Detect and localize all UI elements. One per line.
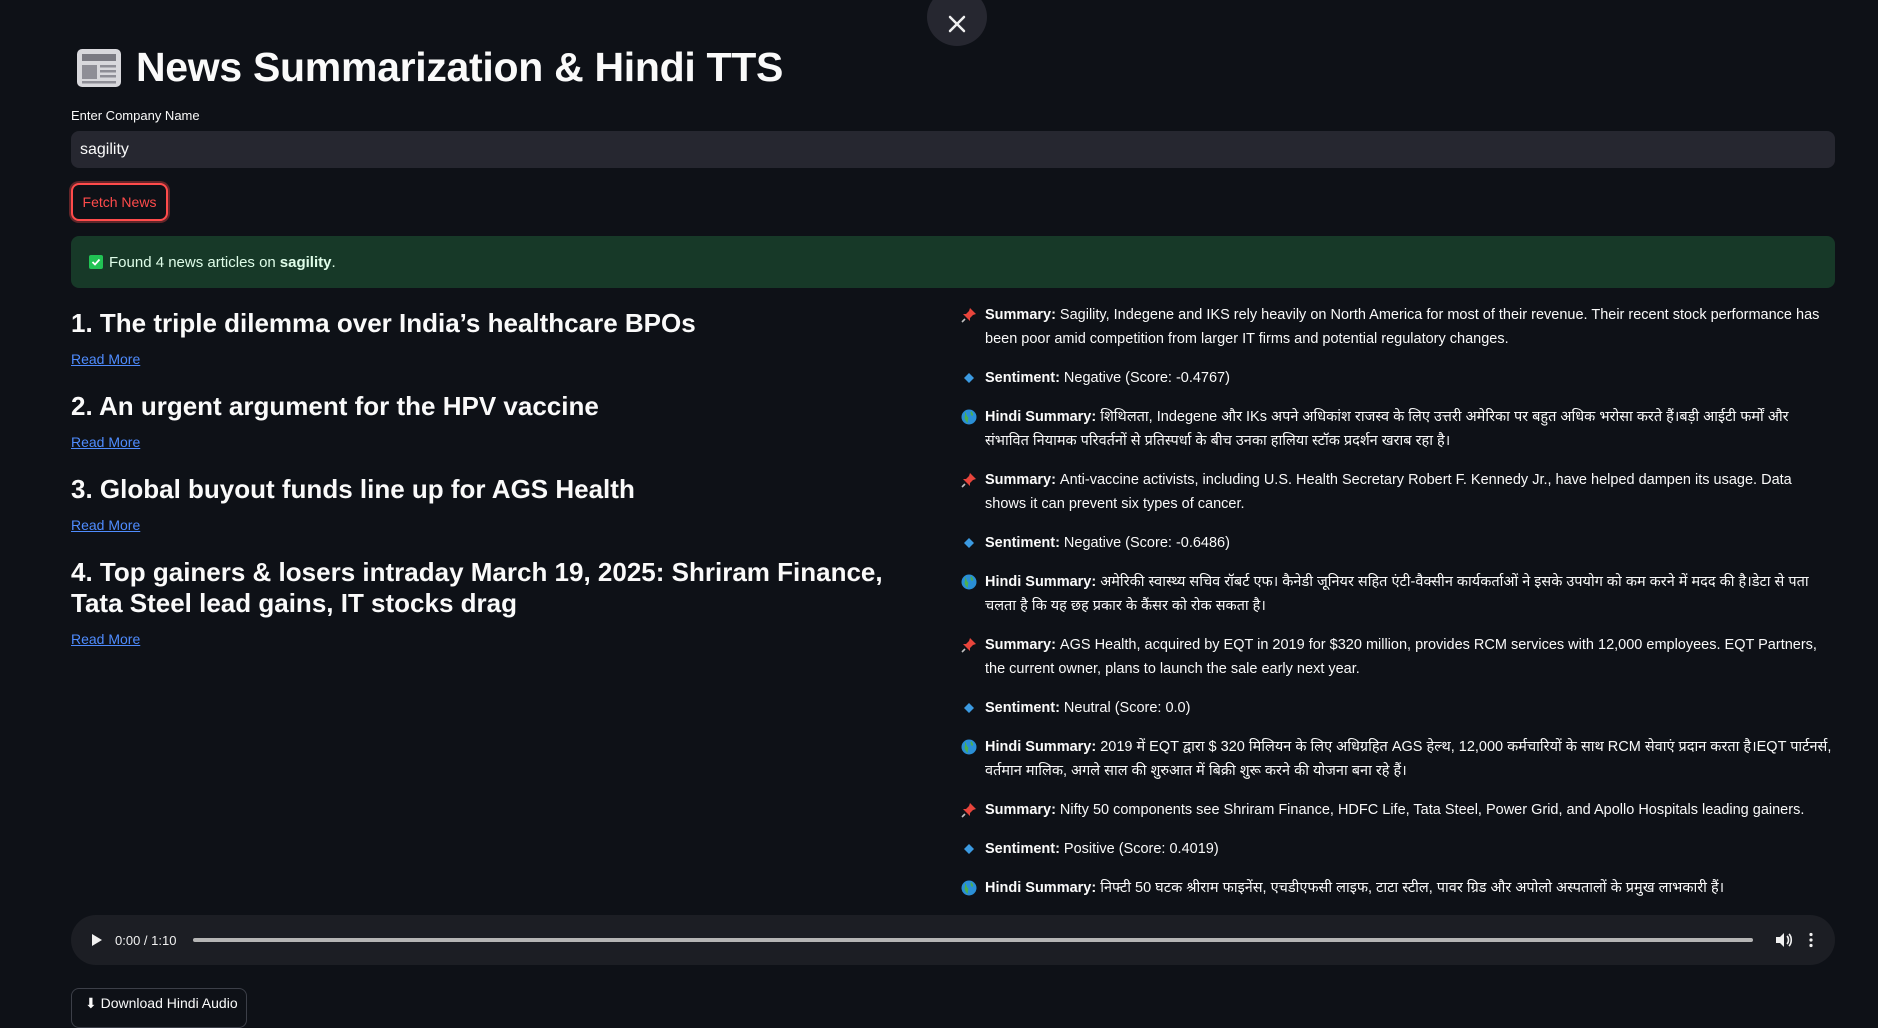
article-item: 2. An urgent argument for the HPV vaccin… — [71, 391, 911, 452]
article-title: 1. The triple dilemma over India’s healt… — [71, 308, 696, 338]
hindi-summary-text: निफ्टी 50 घटक श्रीराम फाइनेंस, एचडीएफसी … — [1100, 880, 1725, 896]
summary-label: Summary: — [985, 802, 1056, 818]
article-title: 3. Global buyout funds line up for AGS H… — [71, 474, 635, 504]
audio-player: 0:00 / 1:10 — [71, 915, 1835, 965]
hindi-summary-label: Hindi Summary: — [985, 409, 1097, 425]
summary-label: Summary: — [985, 472, 1056, 488]
close-button[interactable] — [927, 0, 987, 46]
summary-text: AGS Health, acquired by EQT in 2019 for … — [985, 637, 1817, 677]
pushpin-icon — [961, 802, 977, 818]
globe-icon — [961, 880, 977, 896]
globe-icon — [961, 574, 977, 590]
pushpin-icon — [961, 472, 977, 488]
checkmark-icon — [89, 255, 103, 269]
globe-icon — [961, 409, 977, 425]
read-more-link[interactable]: Read More — [71, 631, 140, 647]
article-title: 2. An urgent argument for the HPV vaccin… — [71, 391, 599, 421]
diamond-icon — [961, 841, 977, 857]
summary-line: Summary: Sagility, Indegene and IKS rely … — [961, 303, 1836, 351]
audio-progress-track[interactable] — [193, 938, 1754, 942]
close-icon — [948, 15, 966, 33]
sentiment-text: Positive (Score: 0.4019) — [1063, 841, 1219, 857]
sentiment-label: Sentiment: — [985, 700, 1060, 716]
sentiment-label: Sentiment: — [985, 370, 1060, 386]
pushpin-icon — [961, 637, 977, 653]
sentiment-line: Sentiment: Negative (Score: -0.4767) — [961, 366, 1836, 390]
hindi-summary-label: Hindi Summary: — [985, 880, 1097, 896]
success-suffix: . — [331, 253, 336, 271]
diamond-icon — [961, 370, 977, 386]
page-header: News Summarization & Hindi TTS — [76, 44, 783, 91]
diamond-icon — [961, 535, 977, 551]
play-icon[interactable] — [92, 934, 102, 946]
hindi-summary-label: Hindi Summary: — [985, 574, 1097, 590]
sentiment-line: Sentiment: Neutral (Score: 0.0) — [961, 696, 1836, 720]
hindi-summary-text: शिथिलता, Indegene और IKs अपने अधिकांश रा… — [985, 409, 1789, 449]
newspaper-icon — [77, 48, 121, 87]
hindi-summary-line: Hindi Summary: अमेरिकी स्वास्थ्य सचिव रॉब… — [961, 570, 1836, 618]
summary-line: Summary: Anti-vaccine activists, includin… — [961, 468, 1836, 516]
hindi-summary-line: Hindi Summary: 2019 में EQT द्वारा $ 320 … — [961, 735, 1836, 783]
read-more-link[interactable]: Read More — [71, 517, 140, 533]
success-alert: Found 4 news articles on sagility. — [71, 236, 1835, 288]
company-name-label: Enter Company Name — [71, 108, 200, 123]
hindi-summary-line: Hindi Summary: निफ्टी 50 घटक श्रीराम फाइन… — [961, 876, 1836, 900]
more-options-icon[interactable] — [1809, 932, 1814, 948]
diamond-icon — [961, 700, 977, 716]
globe-icon — [961, 739, 977, 755]
sentiment-label: Sentiment: — [985, 841, 1060, 857]
sentiment-text: Negative (Score: -0.4767) — [1063, 370, 1230, 386]
sentiment-label: Sentiment: — [985, 535, 1060, 551]
sentiment-line: Sentiment: Positive (Score: 0.4019) — [961, 837, 1836, 861]
page-title: News Summarization & Hindi TTS — [136, 44, 784, 90]
read-more-link[interactable]: Read More — [71, 351, 140, 367]
sentiment-text: Negative (Score: -0.6486) — [1063, 535, 1230, 551]
summary-text: Nifty 50 components see Shriram Finance,… — [1059, 802, 1805, 818]
hindi-summary-text: अमेरिकी स्वास्थ्य सचिव रॉबर्ट एफ। कैनेडी… — [985, 574, 1809, 614]
article-item: 4. Top gainers & losers intraday March 1… — [71, 557, 911, 649]
article-list: 1. The triple dilemma over India’s healt… — [71, 308, 911, 671]
success-company: sagility — [279, 253, 332, 271]
summary-line: Summary: Nifty 50 components see Shriram … — [961, 798, 1836, 822]
audio-time: 0:00 / 1:10 — [115, 932, 177, 948]
article-item: 1. The triple dilemma over India’s healt… — [71, 308, 911, 369]
success-text: Found 4 news articles on — [109, 253, 276, 271]
hindi-summary-label: Hindi Summary: — [985, 739, 1097, 755]
sentiment-line: Sentiment: Negative (Score: -0.6486) — [961, 531, 1836, 555]
download-audio-button[interactable]: ⬇ Download Hindi Audio — [71, 988, 247, 1028]
article-title: 4. Top gainers & losers intraday March 1… — [71, 557, 883, 618]
summary-text: Anti-vaccine activists, including U.S. H… — [985, 472, 1792, 512]
summary-label: Summary: — [985, 637, 1056, 653]
read-more-link[interactable]: Read More — [71, 434, 140, 450]
sentiment-text: Neutral (Score: 0.0) — [1063, 700, 1191, 716]
article-item: 3. Global buyout funds line up for AGS H… — [71, 474, 911, 535]
summary-line: Summary: AGS Health, acquired by EQT in 2… — [961, 633, 1836, 681]
summary-text: Sagility, Indegene and IKS rely heavily … — [985, 307, 1820, 347]
volume-icon[interactable] — [1775, 932, 1793, 948]
hindi-summary-text: 2019 में EQT द्वारा $ 320 मिलियन के लिए … — [985, 739, 1832, 779]
hindi-summary-line: Hindi Summary: शिथिलता, Indegene और IKs अ… — [961, 405, 1836, 453]
summary-label: Summary: — [985, 307, 1056, 323]
summary-list: Summary: Sagility, Indegene and IKS rely … — [961, 303, 1836, 915]
pushpin-icon — [961, 307, 977, 323]
fetch-news-button[interactable]: Fetch News — [71, 183, 168, 221]
company-name-input[interactable] — [71, 131, 1835, 168]
